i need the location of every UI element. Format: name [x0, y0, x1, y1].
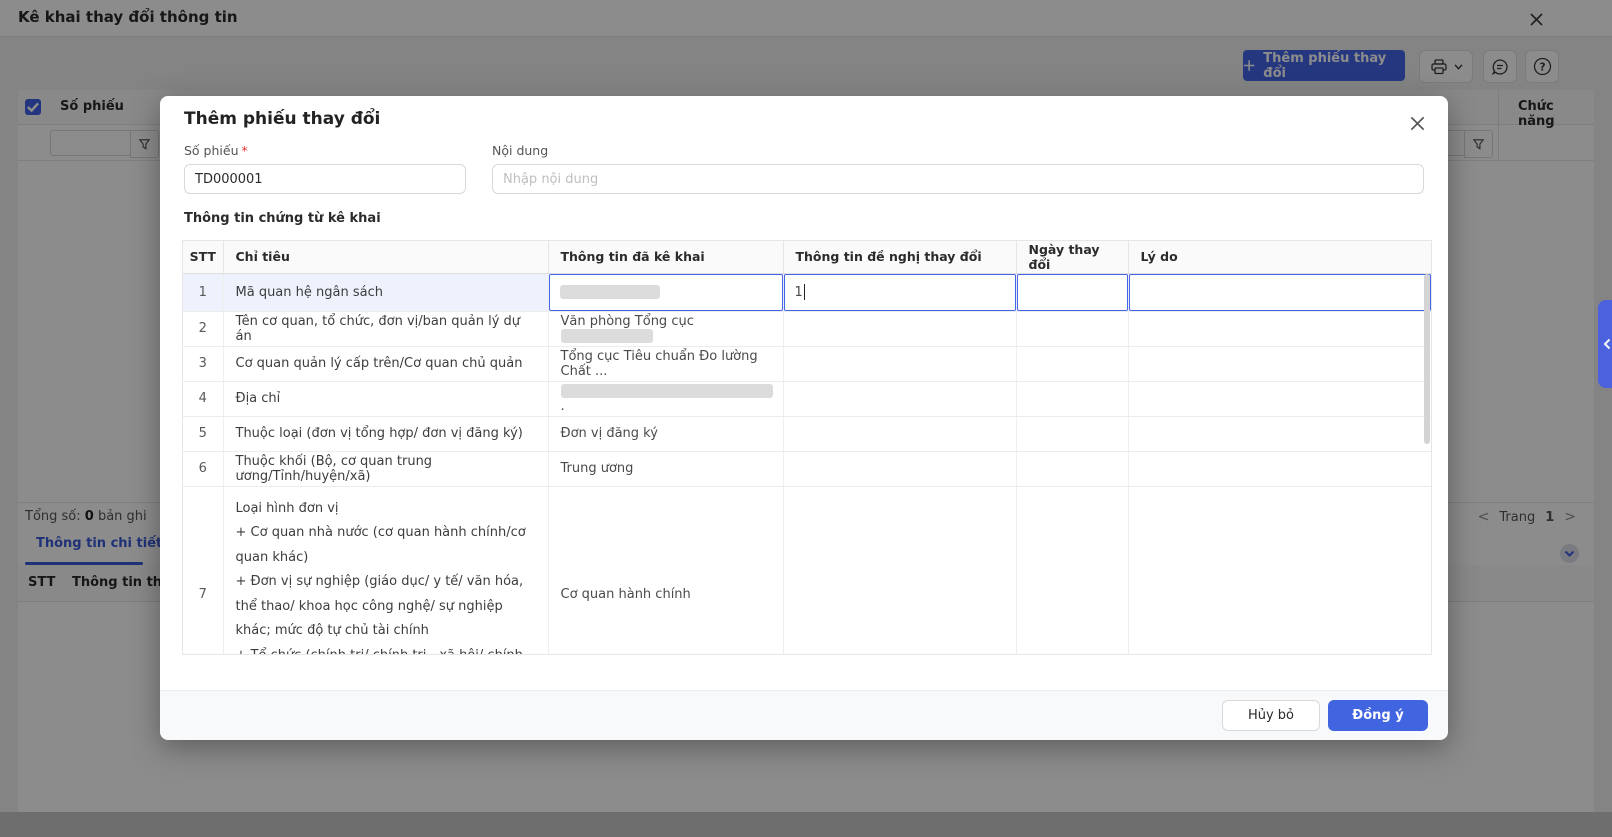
- side-panel-handle[interactable]: [1598, 300, 1612, 388]
- da-ke-khai-input[interactable]: [549, 274, 783, 311]
- confirm-button[interactable]: Đồng ý: [1328, 700, 1428, 731]
- required-asterisk: *: [242, 143, 248, 158]
- de-nghi-input[interactable]: 1: [784, 274, 1016, 311]
- table-row: 5 Thuộc loại (đơn vị tổng hợp/ đơn vị đă…: [183, 416, 1431, 451]
- noi-dung-input[interactable]: [492, 164, 1424, 194]
- text-caret: [804, 284, 806, 300]
- redacted-text: [560, 285, 660, 299]
- chevron-left-icon: [1601, 338, 1612, 350]
- th-de-nghi: Thông tin đề nghị thay đổi: [783, 241, 1016, 273]
- noi-dung-label: Nội dung: [492, 143, 548, 158]
- table-header-row: STT Chỉ tiêu Thông tin đã kê khai Thông …: [183, 241, 1431, 273]
- modal-footer: Hủy bỏ Đồng ý: [160, 690, 1448, 740]
- ngay-thay-doi-input[interactable]: [1017, 274, 1128, 311]
- redacted-text: [561, 329, 653, 343]
- de-nghi-value: 1: [795, 285, 803, 300]
- close-icon: [1408, 114, 1427, 133]
- th-stt: STT: [183, 241, 223, 273]
- table-row: 6 Thuộc khối (Bộ, cơ quan trung ương/Tỉn…: [183, 451, 1431, 486]
- table-row: 1 Mã quan hệ ngân sách 1: [183, 273, 1431, 311]
- table-row: 4 Địa chỉ .: [183, 381, 1431, 416]
- app-screen: Kê khai thay đổi thông tin Thêm phiếu th…: [0, 0, 1612, 837]
- redacted-text: [561, 384, 773, 398]
- th-da-ke-khai: Thông tin đã kê khai: [548, 241, 783, 273]
- cancel-button[interactable]: Hủy bỏ: [1222, 700, 1320, 731]
- th-ngay-thay-doi: Ngày thay đổi: [1016, 241, 1128, 273]
- table-row: 2 Tên cơ quan, tổ chức, đơn vị/ban quản …: [183, 311, 1431, 346]
- table-scrollbar[interactable]: [1424, 274, 1430, 444]
- table-row: 7 Loại hình đơn vị + Cơ quan nhà nước (c…: [183, 486, 1431, 655]
- so-phieu-label: Số phiếu*: [184, 143, 248, 158]
- th-ly-do: Lý do: [1128, 241, 1431, 273]
- ly-do-input[interactable]: [1129, 274, 1432, 311]
- section-title: Thông tin chứng từ kê khai: [184, 211, 381, 226]
- table-row: 3 Cơ quan quản lý cấp trên/Cơ quan chủ q…: [183, 346, 1431, 381]
- modal-close-button[interactable]: [1404, 110, 1430, 136]
- th-chi-tieu: Chỉ tiêu: [223, 241, 548, 273]
- add-ticket-modal: Thêm phiếu thay đổi Số phiếu* Nội dung T…: [160, 96, 1448, 739]
- so-phieu-input[interactable]: [184, 164, 466, 194]
- modal-title: Thêm phiếu thay đổi: [184, 109, 380, 129]
- declaration-table: STT Chỉ tiêu Thông tin đã kê khai Thông …: [182, 240, 1432, 655]
